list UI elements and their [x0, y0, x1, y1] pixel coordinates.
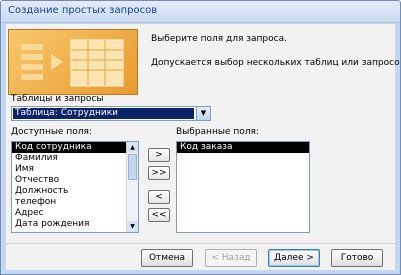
- available-fields-list[interactable]: Код сотрудника Фамилия Имя Отчество Долж…: [11, 141, 139, 233]
- next-button[interactable]: Далее >: [268, 249, 320, 267]
- finish-button[interactable]: Готово: [331, 249, 383, 267]
- list-item[interactable]: Код заказа: [177, 142, 309, 153]
- available-fields-scrollbar[interactable]: ▲ ▼: [126, 142, 138, 232]
- back-button[interactable]: < Назад: [205, 249, 257, 267]
- cancel-button[interactable]: Отмена: [141, 249, 193, 267]
- list-item[interactable]: телефон: [12, 197, 138, 208]
- window-title: Создание простых запросов: [8, 5, 158, 16]
- arrow-up-icon[interactable]: ▲: [127, 142, 138, 153]
- selected-fields-list[interactable]: Код заказа: [176, 141, 310, 233]
- remove-field-button[interactable]: <: [148, 190, 170, 204]
- available-fields-label: Доступные поля:: [11, 127, 92, 137]
- instruction-subtext: Допускается выбор нескольких таблиц или …: [151, 58, 401, 68]
- remove-all-fields-button[interactable]: <<: [148, 208, 170, 222]
- tables-label: Таблицы и запросы: [11, 94, 104, 104]
- selected-fields-label: Выбранные поля:: [176, 127, 259, 137]
- list-item[interactable]: Дата рождения: [12, 219, 138, 230]
- wizard-illustration: [8, 29, 138, 95]
- query-wizard-graphic-icon: [21, 39, 124, 87]
- arrow-down-icon[interactable]: ▼: [127, 221, 138, 232]
- title-bar: Создание простых запросов: [1, 1, 400, 23]
- instruction-text: Выберите поля для запроса.: [151, 34, 287, 44]
- list-item[interactable]: Код сотрудника: [12, 142, 138, 153]
- list-item[interactable]: Должность: [12, 186, 138, 197]
- add-field-button[interactable]: >: [148, 148, 170, 162]
- list-item[interactable]: Адрес: [12, 208, 138, 219]
- tables-combobox-value: Таблица: Сотрудники: [13, 108, 194, 119]
- chevron-down-icon[interactable]: ▼: [196, 107, 210, 120]
- wizard-body: Выберите поля для запроса. Допускается в…: [6, 24, 400, 270]
- list-item[interactable]: Фамилия: [12, 153, 138, 164]
- wizard-window: Создание простых запросов Выберите поля …: [0, 0, 401, 275]
- scrollbar-thumb[interactable]: [128, 154, 137, 180]
- footer-divider: [6, 243, 395, 244]
- tables-combobox[interactable]: Таблица: Сотрудники ▼: [11, 106, 211, 121]
- list-item[interactable]: Отчество: [12, 175, 138, 186]
- add-all-fields-button[interactable]: >>: [148, 166, 170, 180]
- list-item[interactable]: Имя: [12, 164, 138, 175]
